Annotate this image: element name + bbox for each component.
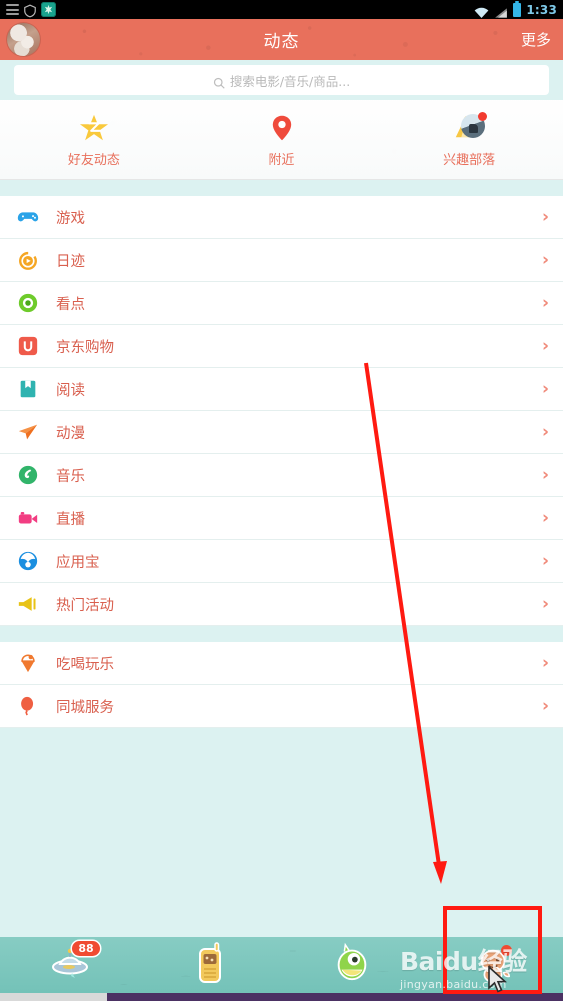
music-globe-icon (16, 463, 40, 487)
target-circle-icon (16, 291, 40, 315)
status-bar-left (6, 2, 56, 17)
megaphone-icon (16, 592, 40, 616)
list-item[interactable]: 游戏 › (0, 196, 563, 239)
app-header: 动态 更多 (0, 19, 563, 60)
star-icon (78, 112, 110, 144)
section-gap (0, 626, 563, 642)
quick-action-label: 好友动态 (67, 152, 120, 168)
notification-dot (478, 111, 488, 121)
balloon-icon (16, 694, 40, 718)
list-item[interactable]: 看点 › (0, 282, 563, 325)
list-item-label: 直播 (56, 511, 85, 528)
quick-actions-row: 好友动态 附近 兴趣部落 (0, 100, 563, 180)
chevron-right-icon: › (541, 378, 549, 399)
status-bar-right: 1:33 (474, 0, 557, 18)
list-item[interactable]: 阅读 › (0, 368, 563, 411)
video-camera-icon (16, 506, 40, 530)
list-item[interactable]: 音乐 › (0, 454, 563, 497)
section-gap (0, 180, 563, 196)
quick-action-label: 附近 (268, 152, 295, 168)
notification-dot (500, 945, 512, 956)
status-bar: 1:33 (0, 0, 563, 19)
nav-item-profile[interactable] (422, 937, 563, 993)
book-icon (16, 377, 40, 401)
empty-area (0, 728, 563, 910)
search-icon (213, 74, 225, 89)
chevron-right-icon: › (541, 335, 549, 356)
chevron-right-icon: › (541, 550, 549, 571)
app-treasure-icon (16, 549, 40, 573)
list-item-label: 热门活动 (56, 597, 114, 614)
search-placeholder: 搜索电影/音乐/商品... (229, 73, 351, 89)
badge-count: 88 (72, 941, 100, 956)
chevron-right-icon: › (541, 249, 549, 270)
list-item[interactable]: 京东购物 › (0, 325, 563, 368)
chevron-right-icon: › (541, 292, 549, 313)
system-navigation-strip (0, 993, 563, 1001)
chevron-right-icon: › (541, 695, 549, 716)
list-item-label: 动漫 (56, 425, 85, 442)
list-item[interactable]: 动漫 › (0, 411, 563, 454)
list-item-label: 吃喝玩乐 (56, 656, 114, 673)
gamepad-icon (16, 205, 40, 229)
quick-action-friends-feed[interactable]: 好友动态 (0, 112, 188, 168)
list-item-label: 应用宝 (56, 554, 100, 571)
search-input[interactable]: 搜索电影/音乐/商品... (14, 65, 549, 95)
chevron-right-icon: › (541, 421, 549, 442)
paper-plane-icon (16, 420, 40, 444)
chevron-right-icon: › (541, 464, 549, 485)
status-bar-clock: 1:33 (526, 2, 557, 17)
quick-action-label: 兴趣部落 (443, 152, 496, 168)
battery-icon (513, 0, 522, 17)
list-item-label: 同城服务 (56, 699, 114, 716)
list-item-label: 京东购物 (56, 339, 114, 356)
nav-item-ufo[interactable]: 88 (0, 937, 141, 993)
monster-icon (331, 942, 373, 988)
tent-icon (453, 111, 488, 144)
search-bar-container: 搜索电影/音乐/商品... (0, 60, 563, 100)
ice-cream-icon (16, 651, 40, 675)
list-item[interactable]: 直播 › (0, 497, 563, 540)
bottom-nav-bar: 88 (0, 937, 563, 993)
list-item-label: 看点 (56, 296, 85, 313)
chevron-right-icon: › (541, 652, 549, 673)
wifi-icon (474, 4, 489, 18)
green-app-icon (41, 2, 56, 17)
nav-item-phone[interactable] (141, 937, 282, 993)
location-pin-icon (266, 112, 298, 144)
list-item[interactable]: 同城服务 › (0, 685, 563, 728)
list-item[interactable]: 热门活动 › (0, 583, 563, 626)
page-title: 动态 (263, 32, 300, 52)
list-item-label: 音乐 (56, 468, 85, 485)
list-item-label: 阅读 (56, 382, 85, 399)
quick-action-interest-tribe[interactable]: 兴趣部落 (375, 111, 563, 168)
chevron-right-icon: › (541, 206, 549, 227)
list-item-label: 日迹 (56, 253, 85, 270)
list-item[interactable]: 吃喝玩乐 › (0, 642, 563, 685)
nav-item-monster[interactable] (282, 937, 423, 993)
more-button[interactable]: 更多 (521, 29, 551, 50)
menu-list-primary: 游戏 › 日迹 › 看点 › 京东购物 › 阅读 › 动漫 › 音乐 › 直播 … (0, 196, 563, 626)
chevron-right-icon: › (541, 593, 549, 614)
menu-lines-icon (6, 4, 19, 15)
menu-list-secondary: 吃喝玩乐 › 同城服务 › (0, 642, 563, 728)
signal-icon (494, 4, 508, 18)
quick-action-nearby[interactable]: 附近 (188, 112, 376, 168)
list-item[interactable]: 日迹 › (0, 239, 563, 282)
phone-icon (196, 941, 226, 989)
chevron-right-icon: › (541, 507, 549, 528)
list-item[interactable]: 应用宝 › (0, 540, 563, 583)
jd-square-icon (16, 334, 40, 358)
list-item-label: 游戏 (56, 210, 85, 227)
shield-icon (23, 3, 37, 17)
play-circle-icon (16, 248, 40, 272)
